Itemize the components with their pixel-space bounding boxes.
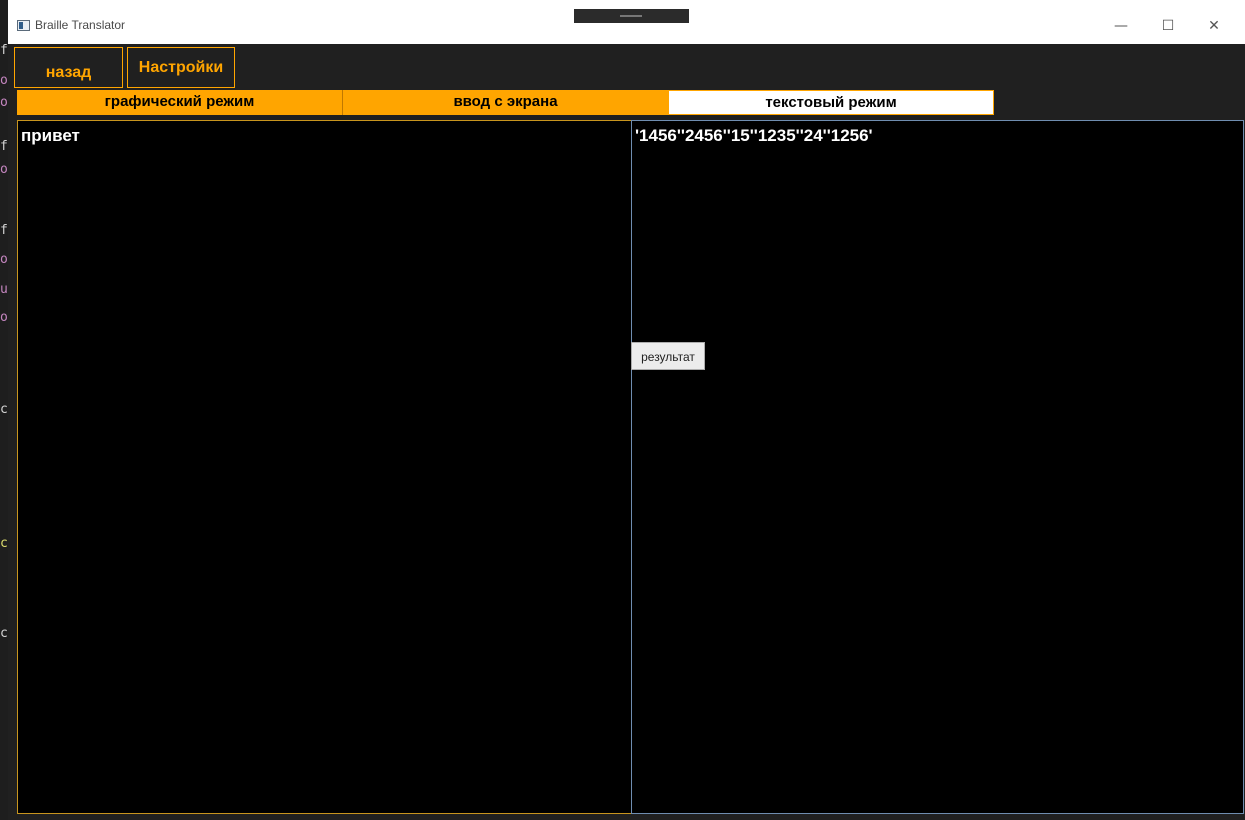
editor-glyph: f bbox=[0, 224, 8, 238]
taskbar-edge bbox=[640, 805, 1245, 814]
snap-layout-handle[interactable] bbox=[574, 9, 689, 23]
app-window-icon bbox=[17, 20, 30, 31]
editor-glyph: o bbox=[0, 253, 8, 267]
braille-output-value: '1456''2456''15''1235''24''1256' bbox=[635, 126, 873, 145]
input-text-value: привет bbox=[21, 126, 80, 145]
editor-glyph: o bbox=[0, 311, 8, 325]
editor-glyph: f bbox=[0, 44, 8, 58]
minimize-button[interactable]: — bbox=[1098, 9, 1144, 44]
output-text-area[interactable]: '1456''2456''15''1235''24''1256' bbox=[631, 120, 1244, 814]
editor-glyph: c bbox=[0, 403, 8, 417]
editor-glyph: u bbox=[0, 283, 8, 297]
maximize-button[interactable]: ☐ bbox=[1145, 9, 1191, 44]
tab-text-mode[interactable]: текстовый режим bbox=[668, 90, 994, 115]
editor-glyph: c bbox=[0, 627, 8, 641]
editor-glyph: o bbox=[0, 96, 8, 110]
app-window: Braille Translator — ☐ ✕ назад Настройки… bbox=[8, 9, 1245, 820]
window-title: Braille Translator bbox=[35, 18, 126, 32]
back-button[interactable]: назад bbox=[14, 47, 123, 88]
close-button[interactable]: ✕ bbox=[1191, 9, 1237, 44]
editor-glyph: o bbox=[0, 163, 8, 177]
tab-screen-input[interactable]: ввод с экрана bbox=[342, 90, 668, 115]
result-button[interactable]: результат bbox=[631, 342, 705, 370]
editor-glyph: o bbox=[0, 74, 8, 88]
editor-glyph: f bbox=[0, 140, 8, 154]
settings-button[interactable]: Настройки bbox=[127, 47, 235, 88]
title-bar[interactable]: Braille Translator — ☐ ✕ bbox=[8, 9, 1245, 44]
editor-glyph: c bbox=[0, 537, 8, 551]
input-text-area[interactable]: привет bbox=[17, 120, 632, 814]
tab-graphic-mode[interactable]: графический режим bbox=[17, 90, 342, 115]
background-editor-gutter: f o o f o f o u o c c c bbox=[0, 0, 8, 820]
